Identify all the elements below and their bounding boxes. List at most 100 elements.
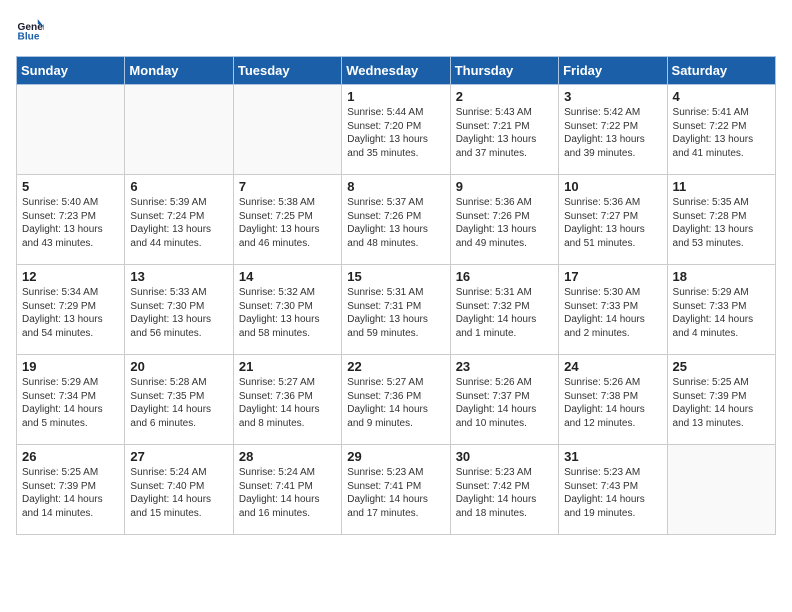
calendar-cell: 31 Sunrise: 5:23 AM Sunset: 7:43 PM Dayli… xyxy=(559,445,667,535)
day-number: 19 xyxy=(22,359,119,374)
day-number: 31 xyxy=(564,449,661,464)
calendar-cell xyxy=(667,445,775,535)
day-info: Sunrise: 5:41 AM Sunset: 7:22 PM Dayligh… xyxy=(673,106,770,160)
day-info: Sunrise: 5:24 AM Sunset: 7:40 PM Dayligh… xyxy=(130,466,227,520)
calendar-header-row: SundayMondayTuesdayWednesdayThursdayFrid… xyxy=(17,57,776,85)
day-number: 22 xyxy=(347,359,444,374)
calendar-cell: 21 Sunrise: 5:27 AM Sunset: 7:36 PM Dayli… xyxy=(233,355,341,445)
calendar-cell: 14 Sunrise: 5:32 AM Sunset: 7:30 PM Dayli… xyxy=(233,265,341,355)
day-number: 16 xyxy=(456,269,553,284)
day-number: 11 xyxy=(673,179,770,194)
calendar-cell: 3 Sunrise: 5:42 AM Sunset: 7:22 PM Daylig… xyxy=(559,85,667,175)
day-info: Sunrise: 5:24 AM Sunset: 7:41 PM Dayligh… xyxy=(239,466,336,520)
day-number: 14 xyxy=(239,269,336,284)
calendar-cell: 11 Sunrise: 5:35 AM Sunset: 7:28 PM Dayli… xyxy=(667,175,775,265)
day-info: Sunrise: 5:42 AM Sunset: 7:22 PM Dayligh… xyxy=(564,106,661,160)
calendar-week-3: 12 Sunrise: 5:34 AM Sunset: 7:29 PM Dayli… xyxy=(17,265,776,355)
calendar-cell xyxy=(233,85,341,175)
calendar-header-saturday: Saturday xyxy=(667,57,775,85)
calendar-cell: 1 Sunrise: 5:44 AM Sunset: 7:20 PM Daylig… xyxy=(342,85,450,175)
day-number: 13 xyxy=(130,269,227,284)
day-info: Sunrise: 5:23 AM Sunset: 7:41 PM Dayligh… xyxy=(347,466,444,520)
day-info: Sunrise: 5:25 AM Sunset: 7:39 PM Dayligh… xyxy=(673,376,770,430)
calendar-header-sunday: Sunday xyxy=(17,57,125,85)
day-info: Sunrise: 5:30 AM Sunset: 7:33 PM Dayligh… xyxy=(564,286,661,340)
calendar-cell: 24 Sunrise: 5:26 AM Sunset: 7:38 PM Dayli… xyxy=(559,355,667,445)
day-info: Sunrise: 5:44 AM Sunset: 7:20 PM Dayligh… xyxy=(347,106,444,160)
page-header: General Blue xyxy=(16,16,776,44)
calendar-week-4: 19 Sunrise: 5:29 AM Sunset: 7:34 PM Dayli… xyxy=(17,355,776,445)
day-number: 17 xyxy=(564,269,661,284)
svg-text:Blue: Blue xyxy=(18,31,40,42)
calendar-cell: 15Sunrise: 5:31 AM Sunset: 7:31 PM Dayli… xyxy=(342,265,450,355)
calendar-cell: 20 Sunrise: 5:28 AM Sunset: 7:35 PM Dayli… xyxy=(125,355,233,445)
calendar-cell xyxy=(17,85,125,175)
day-info: Sunrise: 5:29 AM Sunset: 7:34 PM Dayligh… xyxy=(22,376,119,430)
day-number: 12 xyxy=(22,269,119,284)
day-info: Sunrise: 5:36 AM Sunset: 7:27 PM Dayligh… xyxy=(564,196,661,250)
calendar-week-5: 26 Sunrise: 5:25 AM Sunset: 7:39 PM Dayli… xyxy=(17,445,776,535)
day-number: 9 xyxy=(456,179,553,194)
calendar-cell: 18Sunrise: 5:29 AM Sunset: 7:33 PM Dayli… xyxy=(667,265,775,355)
calendar-cell: 13 Sunrise: 5:33 AM Sunset: 7:30 PM Dayli… xyxy=(125,265,233,355)
day-number: 1 xyxy=(347,89,444,104)
day-info: Sunrise: 5:27 AM Sunset: 7:36 PM Dayligh… xyxy=(347,376,444,430)
logo-icon: General Blue xyxy=(16,16,44,44)
calendar-header-wednesday: Wednesday xyxy=(342,57,450,85)
calendar-cell: 10 Sunrise: 5:36 AM Sunset: 7:27 PM Dayli… xyxy=(559,175,667,265)
calendar-cell: 12 Sunrise: 5:34 AM Sunset: 7:29 PM Dayli… xyxy=(17,265,125,355)
calendar-week-1: 1 Sunrise: 5:44 AM Sunset: 7:20 PM Daylig… xyxy=(17,85,776,175)
day-number: 8 xyxy=(347,179,444,194)
calendar-cell: 8 Sunrise: 5:37 AM Sunset: 7:26 PM Daylig… xyxy=(342,175,450,265)
day-info: Sunrise: 5:23 AM Sunset: 7:42 PM Dayligh… xyxy=(456,466,553,520)
calendar-cell: 26 Sunrise: 5:25 AM Sunset: 7:39 PM Dayli… xyxy=(17,445,125,535)
day-number: 3 xyxy=(564,89,661,104)
day-number: 25 xyxy=(673,359,770,374)
day-info: Sunrise: 5:43 AM Sunset: 7:21 PM Dayligh… xyxy=(456,106,553,160)
calendar-cell: 2 Sunrise: 5:43 AM Sunset: 7:21 PM Daylig… xyxy=(450,85,558,175)
day-number: 7 xyxy=(239,179,336,194)
calendar-cell: 17 Sunrise: 5:30 AM Sunset: 7:33 PM Dayli… xyxy=(559,265,667,355)
day-number: 23 xyxy=(456,359,553,374)
day-info: Sunrise: 5:39 AM Sunset: 7:24 PM Dayligh… xyxy=(130,196,227,250)
calendar-cell: 9Sunrise: 5:36 AM Sunset: 7:26 PM Daylig… xyxy=(450,175,558,265)
day-info: Sunrise: 5:37 AM Sunset: 7:26 PM Dayligh… xyxy=(347,196,444,250)
day-number: 2 xyxy=(456,89,553,104)
day-info: Sunrise: 5:29 AM Sunset: 7:33 PM Dayligh… xyxy=(673,286,770,340)
day-number: 10 xyxy=(564,179,661,194)
day-info: Sunrise: 5:40 AM Sunset: 7:23 PM Dayligh… xyxy=(22,196,119,250)
calendar-header-tuesday: Tuesday xyxy=(233,57,341,85)
calendar-cell: 22 Sunrise: 5:27 AM Sunset: 7:36 PM Dayli… xyxy=(342,355,450,445)
day-info: Sunrise: 5:27 AM Sunset: 7:36 PM Dayligh… xyxy=(239,376,336,430)
day-info: Sunrise: 5:23 AM Sunset: 7:43 PM Dayligh… xyxy=(564,466,661,520)
day-number: 28 xyxy=(239,449,336,464)
calendar-cell xyxy=(125,85,233,175)
calendar-week-2: 5Sunrise: 5:40 AM Sunset: 7:23 PM Daylig… xyxy=(17,175,776,265)
day-info: Sunrise: 5:34 AM Sunset: 7:29 PM Dayligh… xyxy=(22,286,119,340)
calendar-table: SundayMondayTuesdayWednesdayThursdayFrid… xyxy=(16,56,776,535)
logo: General Blue xyxy=(16,16,48,44)
calendar-cell: 25 Sunrise: 5:25 AM Sunset: 7:39 PM Dayli… xyxy=(667,355,775,445)
calendar-cell: 6Sunrise: 5:39 AM Sunset: 7:24 PM Daylig… xyxy=(125,175,233,265)
calendar-header-monday: Monday xyxy=(125,57,233,85)
day-number: 21 xyxy=(239,359,336,374)
calendar-cell: 19 Sunrise: 5:29 AM Sunset: 7:34 PM Dayli… xyxy=(17,355,125,445)
day-info: Sunrise: 5:32 AM Sunset: 7:30 PM Dayligh… xyxy=(239,286,336,340)
calendar-cell: 27 Sunrise: 5:24 AM Sunset: 7:40 PM Dayli… xyxy=(125,445,233,535)
day-info: Sunrise: 5:25 AM Sunset: 7:39 PM Dayligh… xyxy=(22,466,119,520)
day-info: Sunrise: 5:26 AM Sunset: 7:38 PM Dayligh… xyxy=(564,376,661,430)
calendar-header-friday: Friday xyxy=(559,57,667,85)
calendar-cell: 4Sunrise: 5:41 AM Sunset: 7:22 PM Daylig… xyxy=(667,85,775,175)
day-info: Sunrise: 5:28 AM Sunset: 7:35 PM Dayligh… xyxy=(130,376,227,430)
calendar-cell: 16 Sunrise: 5:31 AM Sunset: 7:32 PM Dayli… xyxy=(450,265,558,355)
day-info: Sunrise: 5:38 AM Sunset: 7:25 PM Dayligh… xyxy=(239,196,336,250)
day-number: 24 xyxy=(564,359,661,374)
day-info: Sunrise: 5:31 AM Sunset: 7:32 PM Dayligh… xyxy=(456,286,553,340)
day-info: Sunrise: 5:35 AM Sunset: 7:28 PM Dayligh… xyxy=(673,196,770,250)
day-number: 26 xyxy=(22,449,119,464)
calendar-cell: 23Sunrise: 5:26 AM Sunset: 7:37 PM Dayli… xyxy=(450,355,558,445)
calendar-header-thursday: Thursday xyxy=(450,57,558,85)
day-number: 27 xyxy=(130,449,227,464)
day-info: Sunrise: 5:33 AM Sunset: 7:30 PM Dayligh… xyxy=(130,286,227,340)
day-number: 20 xyxy=(130,359,227,374)
